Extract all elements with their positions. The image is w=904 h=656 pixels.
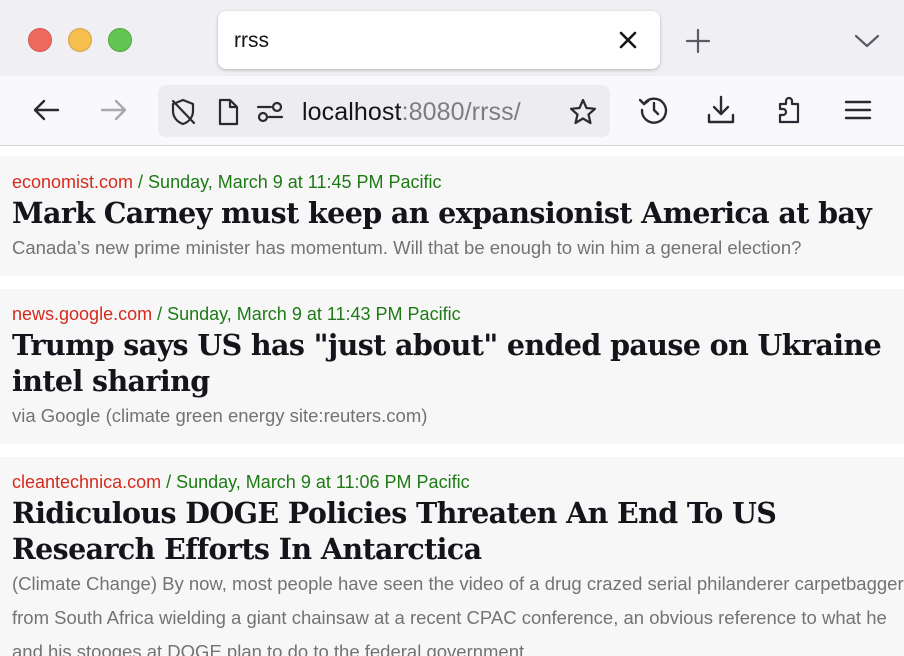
zoom-window-button[interactable] [108, 28, 132, 52]
article-item[interactable]: news.google.com / Sunday, March 9 at 11:4… [0, 289, 904, 444]
chevron-down-icon[interactable] [852, 26, 882, 56]
app-menu-button[interactable] [840, 92, 876, 128]
article-headline[interactable]: Trump says US has "just about" ended pau… [12, 327, 904, 399]
url-path: :8080/rrss/ [401, 98, 521, 126]
window-controls [28, 28, 132, 52]
article-source-link[interactable]: economist.com [12, 172, 133, 192]
close-window-button[interactable] [28, 28, 52, 52]
tracking-protection-shield-icon[interactable] [168, 97, 198, 127]
article-date: / Sunday, March 9 at 11:43 PM Pacific [157, 304, 461, 324]
url-text[interactable]: localhost:8080/rrss/ [302, 98, 521, 127]
article-item[interactable]: cleantechnica.com / Sunday, March 9 at 11… [0, 457, 904, 656]
forward-arrow-icon [100, 99, 127, 121]
article-date: / Sunday, March 9 at 11:06 PM Pacific [166, 472, 470, 492]
back-arrow-icon [33, 99, 60, 121]
article-summary: Canada’s new prime minister has momentum… [12, 237, 802, 258]
history-button[interactable] [636, 92, 672, 128]
tab-title: rrss [234, 29, 269, 52]
page-content: economist.com / Sunday, March 9 at 11:45 … [0, 146, 904, 656]
article-headline[interactable]: Mark Carney must keep an expansionist Am… [12, 195, 904, 231]
page-info-icon[interactable] [213, 97, 243, 127]
article-meta: news.google.com / Sunday, March 9 at 11:4… [12, 289, 904, 329]
history-icon [638, 97, 668, 124]
new-tab-icon[interactable] [683, 26, 713, 56]
tab-active[interactable]: rrss [218, 11, 660, 69]
url-host: localhost [302, 98, 402, 126]
article-source-link[interactable]: cleantechnica.com [12, 472, 161, 492]
article-date: / Sunday, March 9 at 11:45 PM Pacific [138, 172, 442, 192]
extensions-button[interactable] [772, 92, 808, 128]
downloads-button[interactable] [703, 92, 739, 128]
address-bar[interactable]: localhost:8080/rrss/ [158, 85, 610, 137]
minimize-window-button[interactable] [68, 28, 92, 52]
browser-window: rrss localhost:8080/rrss/ economist.com … [0, 0, 904, 656]
back-button[interactable] [28, 92, 64, 128]
tab-strip: rrss [0, 0, 904, 76]
article-source-link[interactable]: news.google.com [12, 304, 152, 324]
navigation-toolbar: localhost:8080/rrss/ [0, 76, 904, 146]
article-headline[interactable]: Ridiculous DOGE Policies Threaten An End… [12, 495, 904, 567]
hamburger-menu-icon [844, 100, 872, 120]
article-summary: via Google (climate green energy site:re… [12, 405, 428, 426]
permissions-icon[interactable] [255, 97, 285, 127]
close-tab-icon[interactable] [614, 26, 642, 54]
forward-button[interactable] [96, 92, 132, 128]
article-meta: economist.com / Sunday, March 9 at 11:45 … [12, 156, 904, 196]
article-item[interactable]: economist.com / Sunday, March 9 at 11:45 … [0, 156, 904, 276]
puzzle-piece-icon [778, 96, 800, 124]
article-summary: (Climate Change) By now, most people hav… [12, 573, 904, 656]
article-meta: cleantechnica.com / Sunday, March 9 at 11… [12, 457, 904, 497]
download-icon [707, 95, 735, 124]
bookmark-star-icon[interactable] [568, 97, 598, 127]
